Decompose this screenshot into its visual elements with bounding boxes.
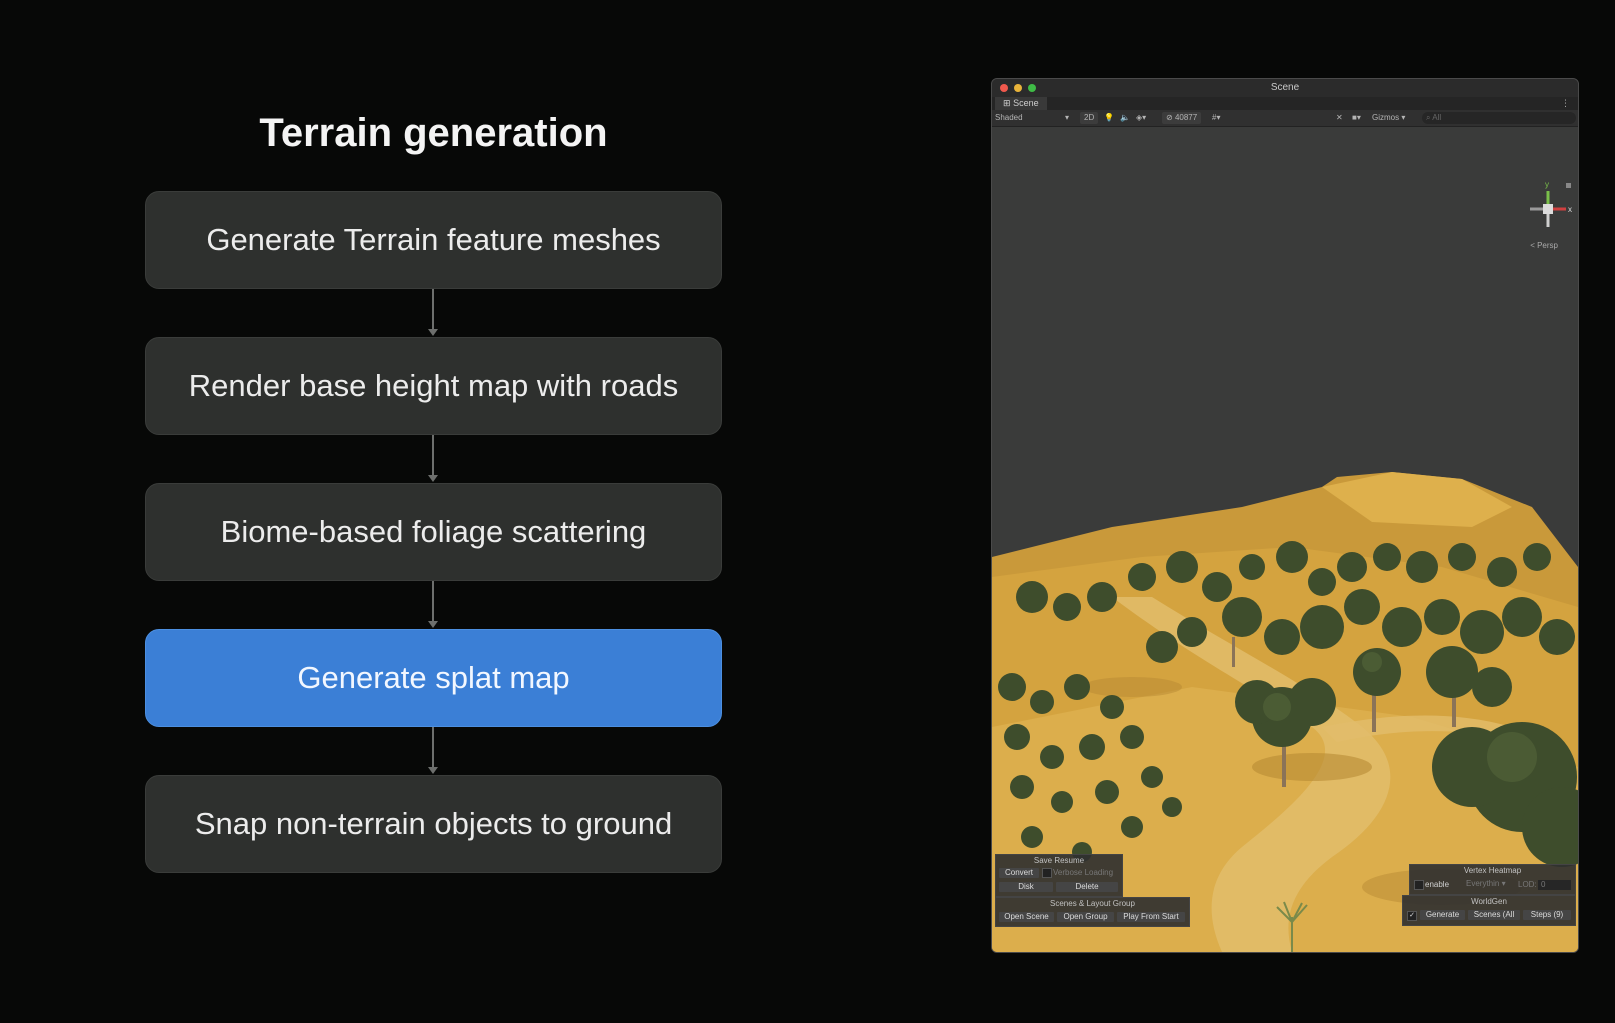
chevron-down-icon: ▾ bbox=[1064, 113, 1069, 122]
search-placeholder: All bbox=[1432, 113, 1442, 122]
gizmos-dropdown[interactable]: Gizmos ▾ bbox=[1372, 112, 1405, 124]
steps-button[interactable]: Steps (9) bbox=[1523, 910, 1571, 920]
disk-button[interactable]: Disk bbox=[999, 882, 1053, 892]
open-group-button[interactable]: Open Group bbox=[1057, 912, 1114, 922]
worldgen-checkbox[interactable]: ✓ bbox=[1407, 911, 1417, 921]
enable-checkbox[interactable] bbox=[1414, 880, 1424, 890]
flow-arrow bbox=[145, 435, 722, 483]
tab-scene[interactable]: ⊞ Scene bbox=[995, 97, 1047, 110]
toggle-2d-button[interactable]: 2D bbox=[1080, 112, 1099, 124]
shading-mode-dropdown[interactable]: Shaded ▾ bbox=[995, 112, 1073, 124]
save-resume-title: Save Resume bbox=[1033, 856, 1085, 865]
search-input[interactable]: ⌕ All bbox=[1422, 112, 1576, 124]
hidden-eye-icon: ⊘ bbox=[1166, 113, 1173, 122]
lighting-icon[interactable]: 💡 bbox=[1104, 112, 1114, 124]
audio-icon[interactable]: 🔈 bbox=[1120, 112, 1130, 124]
everything-value: Everythin bbox=[1466, 879, 1500, 888]
terrain-generation-flowchart: Terrain generation Generate Terrain feat… bbox=[145, 100, 722, 873]
worldgen-panel: WorldGen ✓ Generate Scenes (All Steps (9… bbox=[1402, 895, 1576, 926]
open-scene-button[interactable]: Open Scene bbox=[999, 912, 1054, 922]
generate-button[interactable]: Generate bbox=[1420, 910, 1465, 920]
step-generate-splat-map: Generate splat map bbox=[145, 629, 722, 727]
vertex-heatmap-title: Vertex Heatmap bbox=[1463, 866, 1522, 875]
tab-bar: ⊞ Scene ⋮ bbox=[992, 97, 1578, 110]
scene-visibility-toggle[interactable]: ⊘ 40877 bbox=[1162, 112, 1202, 124]
scene-window: Scene ⊞ Scene ⋮ Shaded ▾ 2D 💡 🔈 ◈▾ ⊘ 408… bbox=[991, 78, 1579, 953]
everything-dropdown[interactable]: Everythin ▾ bbox=[1466, 879, 1506, 889]
camera-icon[interactable]: ■▾ bbox=[1352, 112, 1361, 124]
lod-label: LOD: bbox=[1518, 880, 1537, 889]
tab-scene-label: Scene bbox=[1013, 98, 1039, 108]
delete-button[interactable]: Delete bbox=[1056, 882, 1118, 892]
verbose-loading-label: Verbose Loading bbox=[1053, 868, 1114, 877]
grid-settings-icon[interactable]: #▾ bbox=[1212, 112, 1220, 124]
flow-arrow bbox=[145, 727, 722, 775]
lod-input[interactable]: 0 bbox=[1538, 880, 1571, 890]
enable-label: enable bbox=[1425, 880, 1450, 889]
gizmos-label: Gizmos bbox=[1372, 113, 1400, 122]
effects-icon[interactable]: ◈▾ bbox=[1136, 112, 1146, 124]
orientation-gizmo[interactable]: y x bbox=[1522, 179, 1574, 249]
perspective-toggle[interactable]: < Persp bbox=[1530, 241, 1558, 250]
window-titlebar: Scene bbox=[992, 79, 1578, 97]
window-title: Scene bbox=[1270, 82, 1300, 93]
play-from-start-button[interactable]: Play From Start bbox=[1117, 912, 1185, 922]
step-render-height-map: Render base height map with roads bbox=[145, 337, 722, 435]
scene-toolbar: Shaded ▾ 2D 💡 🔈 ◈▾ ⊘ 40877 #▾ ✕ ■▾ Gizmo… bbox=[992, 110, 1578, 127]
vertex-heatmap-panel: Vertex Heatmap enable Everythin ▾ LOD: 0 bbox=[1409, 864, 1576, 895]
flowchart-title: Terrain generation bbox=[259, 111, 608, 155]
lock-icon[interactable] bbox=[1566, 183, 1571, 188]
terrain-render bbox=[992, 472, 1578, 952]
flow-arrow bbox=[145, 581, 722, 629]
shading-mode-value: Shaded bbox=[995, 113, 1023, 122]
step-snap-objects-to-ground: Snap non-terrain objects to ground bbox=[145, 775, 722, 873]
grid-icon: ⊞ bbox=[1003, 98, 1011, 108]
scenes-all-button[interactable]: Scenes (All bbox=[1468, 910, 1520, 920]
step-generate-feature-meshes: Generate Terrain feature meshes bbox=[145, 191, 722, 289]
save-resume-panel: Save Resume Convert Verbose Loading Disk… bbox=[995, 854, 1123, 897]
worldgen-title: WorldGen bbox=[1471, 897, 1507, 906]
scene-viewport[interactable]: y x < Persp Save Resume Convert Verbose … bbox=[992, 127, 1578, 952]
flow-arrow bbox=[145, 289, 722, 337]
search-icon: ⌕ bbox=[1426, 113, 1431, 122]
scenes-layout-panel: Scenes & Layout Group Open Scene Open Gr… bbox=[995, 897, 1190, 927]
y-axis-label: y bbox=[1545, 180, 1549, 189]
convert-button[interactable]: Convert bbox=[999, 868, 1039, 878]
x-axis-label: x bbox=[1568, 205, 1572, 214]
step-foliage-scattering: Biome-based foliage scattering bbox=[145, 483, 722, 581]
tab-menu-icon[interactable]: ⋮ bbox=[1561, 97, 1570, 110]
verbose-loading-checkbox[interactable] bbox=[1042, 868, 1052, 878]
hidden-objects-count: 40877 bbox=[1174, 113, 1198, 122]
scenes-layout-title: Scenes & Layout Group bbox=[1050, 899, 1135, 908]
tools-icon[interactable]: ✕ bbox=[1336, 112, 1343, 124]
